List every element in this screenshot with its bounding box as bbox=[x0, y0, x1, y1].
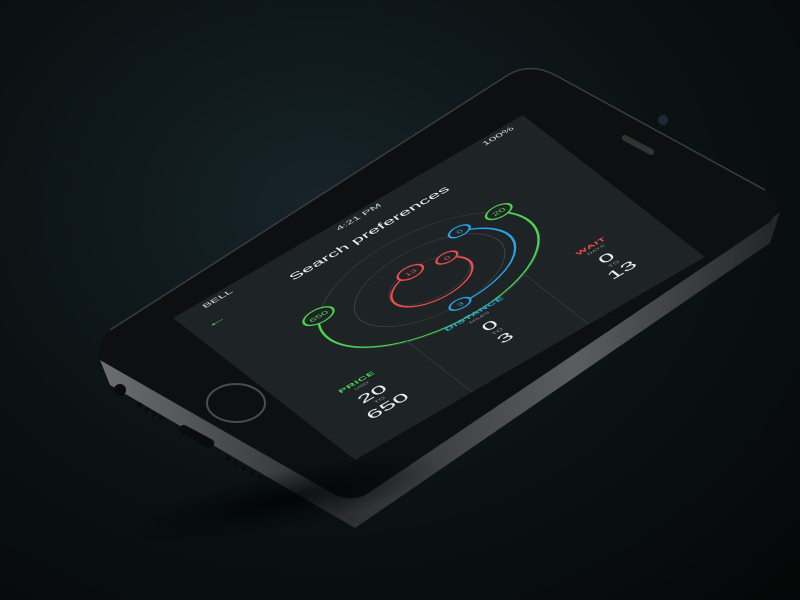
wait-high-handle[interactable]: 13 bbox=[394, 262, 428, 284]
mockup-scene: BELL 4:21 PM 100% ← Search preferences 6… bbox=[0, 0, 800, 600]
price-low-handle[interactable]: 20 bbox=[482, 201, 516, 223]
headphone-jack bbox=[114, 384, 126, 396]
distance-low-handle[interactable]: 0 bbox=[446, 222, 473, 240]
home-button[interactable] bbox=[206, 383, 266, 423]
